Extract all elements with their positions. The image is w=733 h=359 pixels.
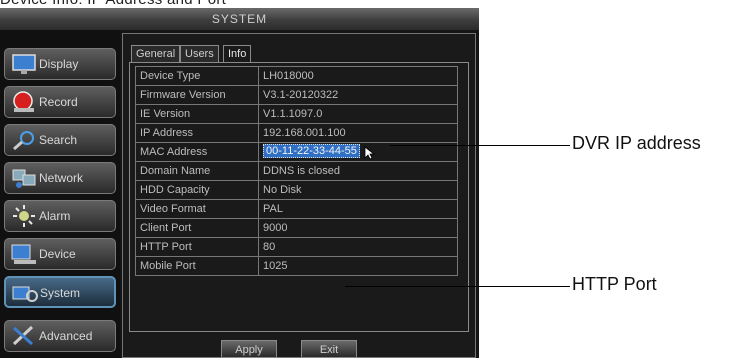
- row-key: MAC Address: [135, 142, 259, 162]
- record-icon: [10, 90, 38, 114]
- sidebar-item-label: Advanced: [39, 329, 93, 343]
- advanced-icon: [10, 324, 38, 348]
- row-key: HDD Capacity: [135, 180, 259, 200]
- alarm-icon: [10, 204, 38, 228]
- table-row: IE Version V1.1.1097.0: [135, 104, 458, 124]
- ip-address-value: 192.168.001.100: [258, 123, 458, 143]
- row-value: LH018000: [258, 66, 458, 86]
- sidebar-item-label: System: [40, 286, 81, 300]
- row-key: Client Port: [135, 218, 259, 238]
- table-row: Firmware Version V3.1-20120322: [135, 85, 458, 105]
- table-row: IP Address 192.168.001.100: [135, 123, 458, 143]
- table-row: HDD Capacity No Disk: [135, 180, 458, 200]
- dvr-screen: SYSTEM Display Record Search Network Ala…: [0, 8, 479, 358]
- http-port-value: 80: [258, 237, 458, 257]
- settings-panel: General Users Info Device Type LH018000 F…: [122, 33, 476, 358]
- sidebar-item-label: Device: [39, 247, 76, 261]
- row-value: DDNS is closed: [258, 161, 458, 181]
- http-callout-line: [345, 286, 570, 287]
- tab-info[interactable]: Info: [223, 45, 252, 63]
- cropped-caption-text: Device Info: IP Address and Port: [0, 0, 226, 8]
- row-value: 1025: [258, 256, 458, 276]
- table-row: Client Port 9000: [135, 218, 458, 238]
- info-table: Device Type LH018000 Firmware Version V3.1…: [135, 66, 458, 276]
- sidebar-item-label: Display: [39, 57, 79, 71]
- row-value: PAL: [258, 199, 458, 219]
- http-callout-label: HTTP Port: [572, 274, 657, 294]
- row-key: IP Address: [135, 123, 259, 143]
- table-row: Video Format PAL: [135, 199, 458, 219]
- row-value: No Disk: [258, 180, 458, 200]
- row-key: HTTP Port: [135, 237, 259, 257]
- sidebar-item-network[interactable]: Network: [4, 162, 116, 194]
- table-row: Device Type LH018000: [135, 66, 458, 86]
- row-key: Domain Name: [135, 161, 259, 181]
- table-row: Domain Name DDNS is closed: [135, 161, 458, 181]
- ip-callout-label: DVR IP address: [572, 133, 701, 153]
- monitor-icon: [10, 52, 38, 76]
- system-icon: [11, 281, 39, 305]
- table-row: Mobile Port 1025: [135, 256, 458, 276]
- network-icon: [10, 166, 38, 190]
- sidebar-item-label: Record: [39, 95, 78, 109]
- mac-address-value[interactable]: 00-11-22-33-44-55: [263, 143, 360, 158]
- window-title: SYSTEM: [0, 8, 479, 30]
- row-key: Video Format: [135, 199, 259, 219]
- row-value: V1.1.1097.0: [258, 104, 458, 124]
- sidebar-item-label: Search: [39, 133, 78, 147]
- search-icon: [10, 128, 38, 152]
- ip-callout-line: [390, 145, 570, 146]
- row-key: Firmware Version: [135, 85, 259, 105]
- row-key: IE Version: [135, 104, 259, 124]
- tab-general[interactable]: General: [131, 45, 181, 63]
- mouse-cursor-icon: [364, 145, 376, 160]
- cropped-caption: Device Info: IP Address and Port: [0, 0, 480, 8]
- sidebar-item-system[interactable]: System: [4, 276, 116, 308]
- row-value: 9000: [258, 218, 458, 238]
- row-key: Mobile Port: [135, 256, 259, 276]
- table-row: HTTP Port 80: [135, 237, 458, 257]
- sidebar-item-display[interactable]: Display: [4, 48, 116, 80]
- sidebar-item-alarm[interactable]: Alarm: [4, 200, 116, 232]
- sidebar-item-advanced[interactable]: Advanced: [4, 320, 116, 352]
- sidebar-item-record[interactable]: Record: [4, 86, 116, 118]
- exit-button[interactable]: Exit: [301, 340, 357, 358]
- device-icon: [10, 242, 38, 266]
- sidebar-item-label: Alarm: [39, 209, 71, 223]
- tab-users[interactable]: Users: [180, 45, 219, 63]
- sidebar-item-device[interactable]: Device: [4, 238, 116, 270]
- row-key: Device Type: [135, 66, 259, 86]
- row-value: V3.1-20120322: [258, 85, 458, 105]
- sidebar: Display Record Search Network Alarm Devi…: [0, 30, 120, 358]
- sidebar-item-search[interactable]: Search: [4, 124, 116, 156]
- sidebar-item-label: Network: [39, 171, 84, 185]
- apply-button[interactable]: Apply: [221, 340, 277, 358]
